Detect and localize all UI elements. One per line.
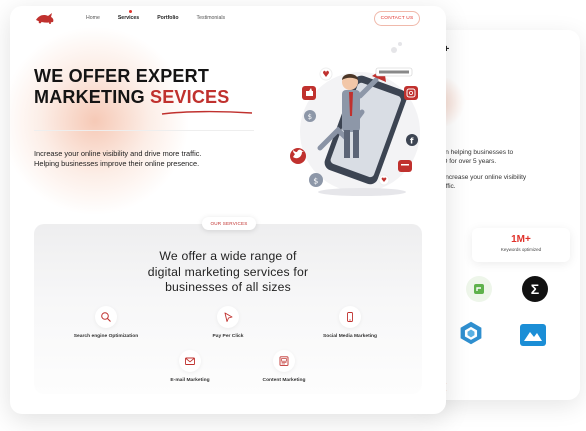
mountain-logo <box>520 324 546 346</box>
service-label: Content Marketing <box>262 378 306 383</box>
services-heading-line-2: digital marketing services for <box>147 264 309 279</box>
document-icon <box>273 350 295 372</box>
service-social-media[interactable]: Social Media Marketing <box>290 306 410 339</box>
active-indicator-dot <box>128 10 132 13</box>
facebook-icon: f <box>406 134 418 146</box>
about-text-2: o Increase your online visibility traffi… <box>438 173 578 191</box>
hero-subtitle: Increase your online visibility and driv… <box>34 149 274 168</box>
service-ppc[interactable]: Pay Per Click <box>168 306 288 339</box>
hero-divider <box>34 130 254 131</box>
contact-us-button[interactable]: CONTACT US <box>374 11 420 26</box>
instagram-icon <box>404 86 418 100</box>
about-text-2-line-2: traffic. <box>438 183 456 190</box>
svg-text:$: $ <box>313 177 318 186</box>
about-text-2-line-1: o Increase your online visibility <box>438 174 527 181</box>
about-text-1-line-2: EO for over 5 years. <box>438 158 497 165</box>
about-text-1-line-1: een helping businesses to <box>438 149 514 156</box>
hero-glow <box>10 26 190 216</box>
nav-portfolio[interactable]: Portfolio <box>157 15 178 21</box>
hero-subtitle-line-2: Helping businesses improve their online … <box>34 158 200 168</box>
nav-services-label: Services <box>117 15 140 21</box>
like-icon <box>302 86 316 100</box>
stat-value: 1M+ <box>511 234 531 245</box>
service-seo[interactable]: Search engine Optimization <box>46 306 166 339</box>
headline-underline <box>161 110 253 115</box>
mockup-stage: 0+ een helping businesses to EO for over… <box>0 0 586 431</box>
home-page-preview: Home Services Portfolio Testimonials CON… <box>10 6 446 414</box>
cursor-icon <box>217 306 239 328</box>
nav-testimonials[interactable]: Testimonials <box>197 15 226 21</box>
services-heading-line-1: We offer a wide range of <box>159 249 297 263</box>
services-heading: We offer a wide range of digital marketi… <box>34 249 422 296</box>
top-navigation: Home Services Portfolio Testimonials CON… <box>10 6 446 32</box>
nav-services[interactable]: Services <box>117 10 140 21</box>
phone-icon <box>339 306 361 328</box>
headline-line-2: MARKETING SEVICES <box>34 87 229 108</box>
dollar-coin-icon: $ <box>304 110 316 122</box>
brand-logo-icon[interactable] <box>34 11 56 25</box>
services-heading-line-3: businesses of all sizes <box>165 280 291 294</box>
svg-text:f: f <box>410 137 414 146</box>
heart-icon <box>319 67 333 81</box>
nav-links: Home Services Portfolio Testimonials <box>86 10 226 21</box>
services-section: We offer a wide range of digital marketi… <box>34 224 422 394</box>
service-label: Search engine Optimization <box>73 334 139 339</box>
heart-icon <box>378 174 390 186</box>
service-label: Social Media Marketing <box>322 334 378 339</box>
service-label: Pay Per Click <box>212 334 244 339</box>
about-text-1: een helping businesses to EO for over 5 … <box>438 148 578 166</box>
hero-subtitle-line-1: Increase your online visibility and driv… <box>34 149 202 158</box>
keywords-stat-card: 1M+ Keywords optimized <box>472 228 570 262</box>
sigma-logo: Σ <box>522 276 548 302</box>
headline-word-sevices: SEVICES <box>150 87 230 107</box>
svg-text:$: $ <box>308 113 312 121</box>
mail-icon <box>179 350 201 372</box>
service-content[interactable]: Content Marketing <box>224 350 344 383</box>
hexagon-logo <box>458 320 484 346</box>
dollar-coin-icon: $ <box>309 173 323 187</box>
nav-home[interactable]: Home <box>86 15 100 21</box>
headline-line-1: WE OFFER EXPERT <box>34 66 210 86</box>
headline-word-marketing: MARKETING <box>34 87 150 107</box>
our-services-badge: OUR SERVICES <box>202 217 256 230</box>
green-square-logo <box>466 276 492 302</box>
marketer-phone-illustration: $ f $ <box>290 42 420 196</box>
search-icon <box>95 306 117 328</box>
stat-label: Keywords optimized <box>500 247 542 252</box>
twitter-icon <box>290 148 306 164</box>
chat-icon <box>398 160 412 172</box>
hero-headline: WE OFFER EXPERT MARKETING SEVICES <box>34 66 229 108</box>
